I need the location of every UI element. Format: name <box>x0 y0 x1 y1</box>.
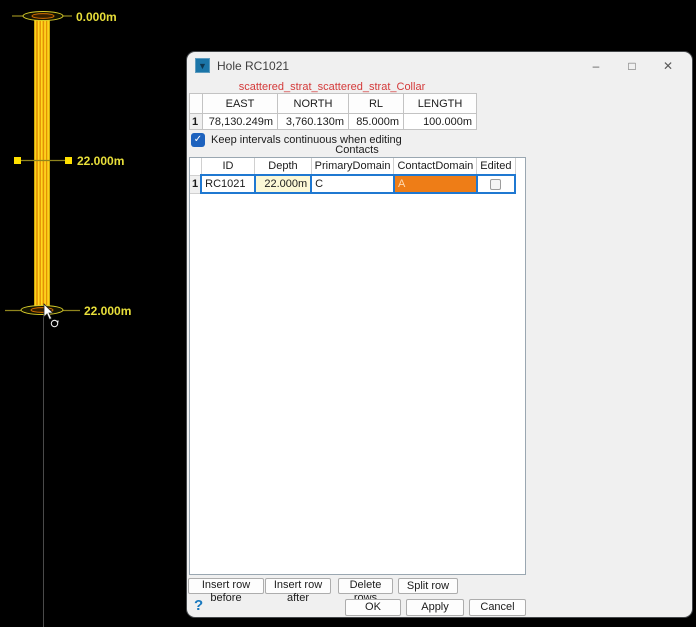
collar-header-row: EAST NORTH RL LENGTH <box>189 93 477 114</box>
collar-source-label: scattered_strat_scattered_strat_Collar <box>238 81 426 93</box>
insert-row-before-button[interactable]: Insert row before <box>188 578 264 604</box>
contacts-section-label: Contacts <box>335 144 379 156</box>
window-controls: – □ ✕ <box>578 52 686 79</box>
contacts-col-primarydomain[interactable]: PrimaryDomain <box>310 158 395 176</box>
hole-dialog: ▼ Hole RC1021 – □ ✕ scattered_strat_scat… <box>187 52 692 617</box>
depth-marker-handle: 22.000m <box>14 154 124 168</box>
contacts-data-row: 1 RC1021 22.000m C A <box>190 174 517 194</box>
drillhole-cylinder[interactable] <box>34 16 50 311</box>
interval-handle-right[interactable] <box>65 157 72 164</box>
depth-marker-end: 22.000m <box>5 304 131 318</box>
edited-checkbox[interactable] <box>490 178 502 190</box>
collar-row-number[interactable]: 1 <box>189 113 203 130</box>
hole-icon: ▼ <box>195 58 210 73</box>
contacts-col-depth[interactable]: Depth <box>254 158 312 176</box>
contact-edited-cell <box>475 174 517 194</box>
depth-label-0: 0.000m <box>76 10 117 24</box>
collar-data-row: 1 78,130.249m 3,760.130m 85.000m 100.000… <box>189 113 477 130</box>
contact-id-cell[interactable]: RC1021 <box>200 174 255 194</box>
contacts-col-edited[interactable]: Edited <box>476 158 516 176</box>
contact-depth-cell[interactable]: 22.000m <box>253 174 312 194</box>
apply-button[interactable]: Apply <box>406 599 464 616</box>
cancel-button[interactable]: Cancel <box>469 599 526 616</box>
screen: 0.000m 22.000m 22.000m ▼ Hole RC1021 – □… <box>0 0 696 627</box>
collar-corner <box>189 93 203 114</box>
collar-table: EAST NORTH RL LENGTH 1 78,130.249m 3,760… <box>189 93 477 130</box>
help-button[interactable]: ? <box>194 597 203 614</box>
contacts-panel: ID Depth PrimaryDomain ContactDomain Edi… <box>189 157 526 575</box>
delete-rows-button[interactable]: Delete rows <box>338 578 393 604</box>
dialog-titlebar[interactable]: ▼ Hole RC1021 – □ ✕ <box>187 52 692 79</box>
insert-row-after-button[interactable]: Insert row after <box>265 578 331 604</box>
split-row-button[interactable]: Split row <box>398 578 458 594</box>
depth-marker-collar: 0.000m <box>12 10 117 24</box>
dialog-title: Hole RC1021 <box>217 59 290 73</box>
close-button[interactable]: ✕ <box>650 52 686 79</box>
collar-east-cell[interactable]: 78,130.249m <box>202 113 278 130</box>
contacts-header-row: ID Depth PrimaryDomain ContactDomain Edi… <box>190 158 516 176</box>
contacts-col-contactdomain[interactable]: ContactDomain <box>393 158 478 176</box>
depth-label-22-end: 22.000m <box>84 304 131 318</box>
contact-contactdomain-cell[interactable]: A <box>392 174 477 194</box>
contacts-table: ID Depth PrimaryDomain ContactDomain Edi… <box>190 158 517 194</box>
collar-col-length[interactable]: LENGTH <box>403 93 477 114</box>
contact-primarydomain-cell[interactable]: C <box>310 174 394 194</box>
collar-col-north[interactable]: NORTH <box>277 93 349 114</box>
drillhole-3d-view[interactable]: 0.000m 22.000m 22.000m <box>0 0 196 627</box>
collar-col-east[interactable]: EAST <box>202 93 278 114</box>
ok-button[interactable]: OK <box>345 599 401 616</box>
interval-handle-left[interactable] <box>14 157 21 164</box>
contacts-row-number[interactable]: 1 <box>190 174 202 194</box>
depth-label-22-mid: 22.000m <box>77 154 124 168</box>
contacts-col-id[interactable]: ID <box>200 158 256 176</box>
minimize-button[interactable]: – <box>578 52 614 79</box>
collar-north-cell[interactable]: 3,760.130m <box>277 113 349 130</box>
collar-col-rl[interactable]: RL <box>348 93 404 114</box>
maximize-button[interactable]: □ <box>614 52 650 79</box>
contacts-corner <box>190 158 202 176</box>
collar-length-cell[interactable]: 100.000m <box>403 113 477 130</box>
collar-rl-cell[interactable]: 85.000m <box>348 113 404 130</box>
